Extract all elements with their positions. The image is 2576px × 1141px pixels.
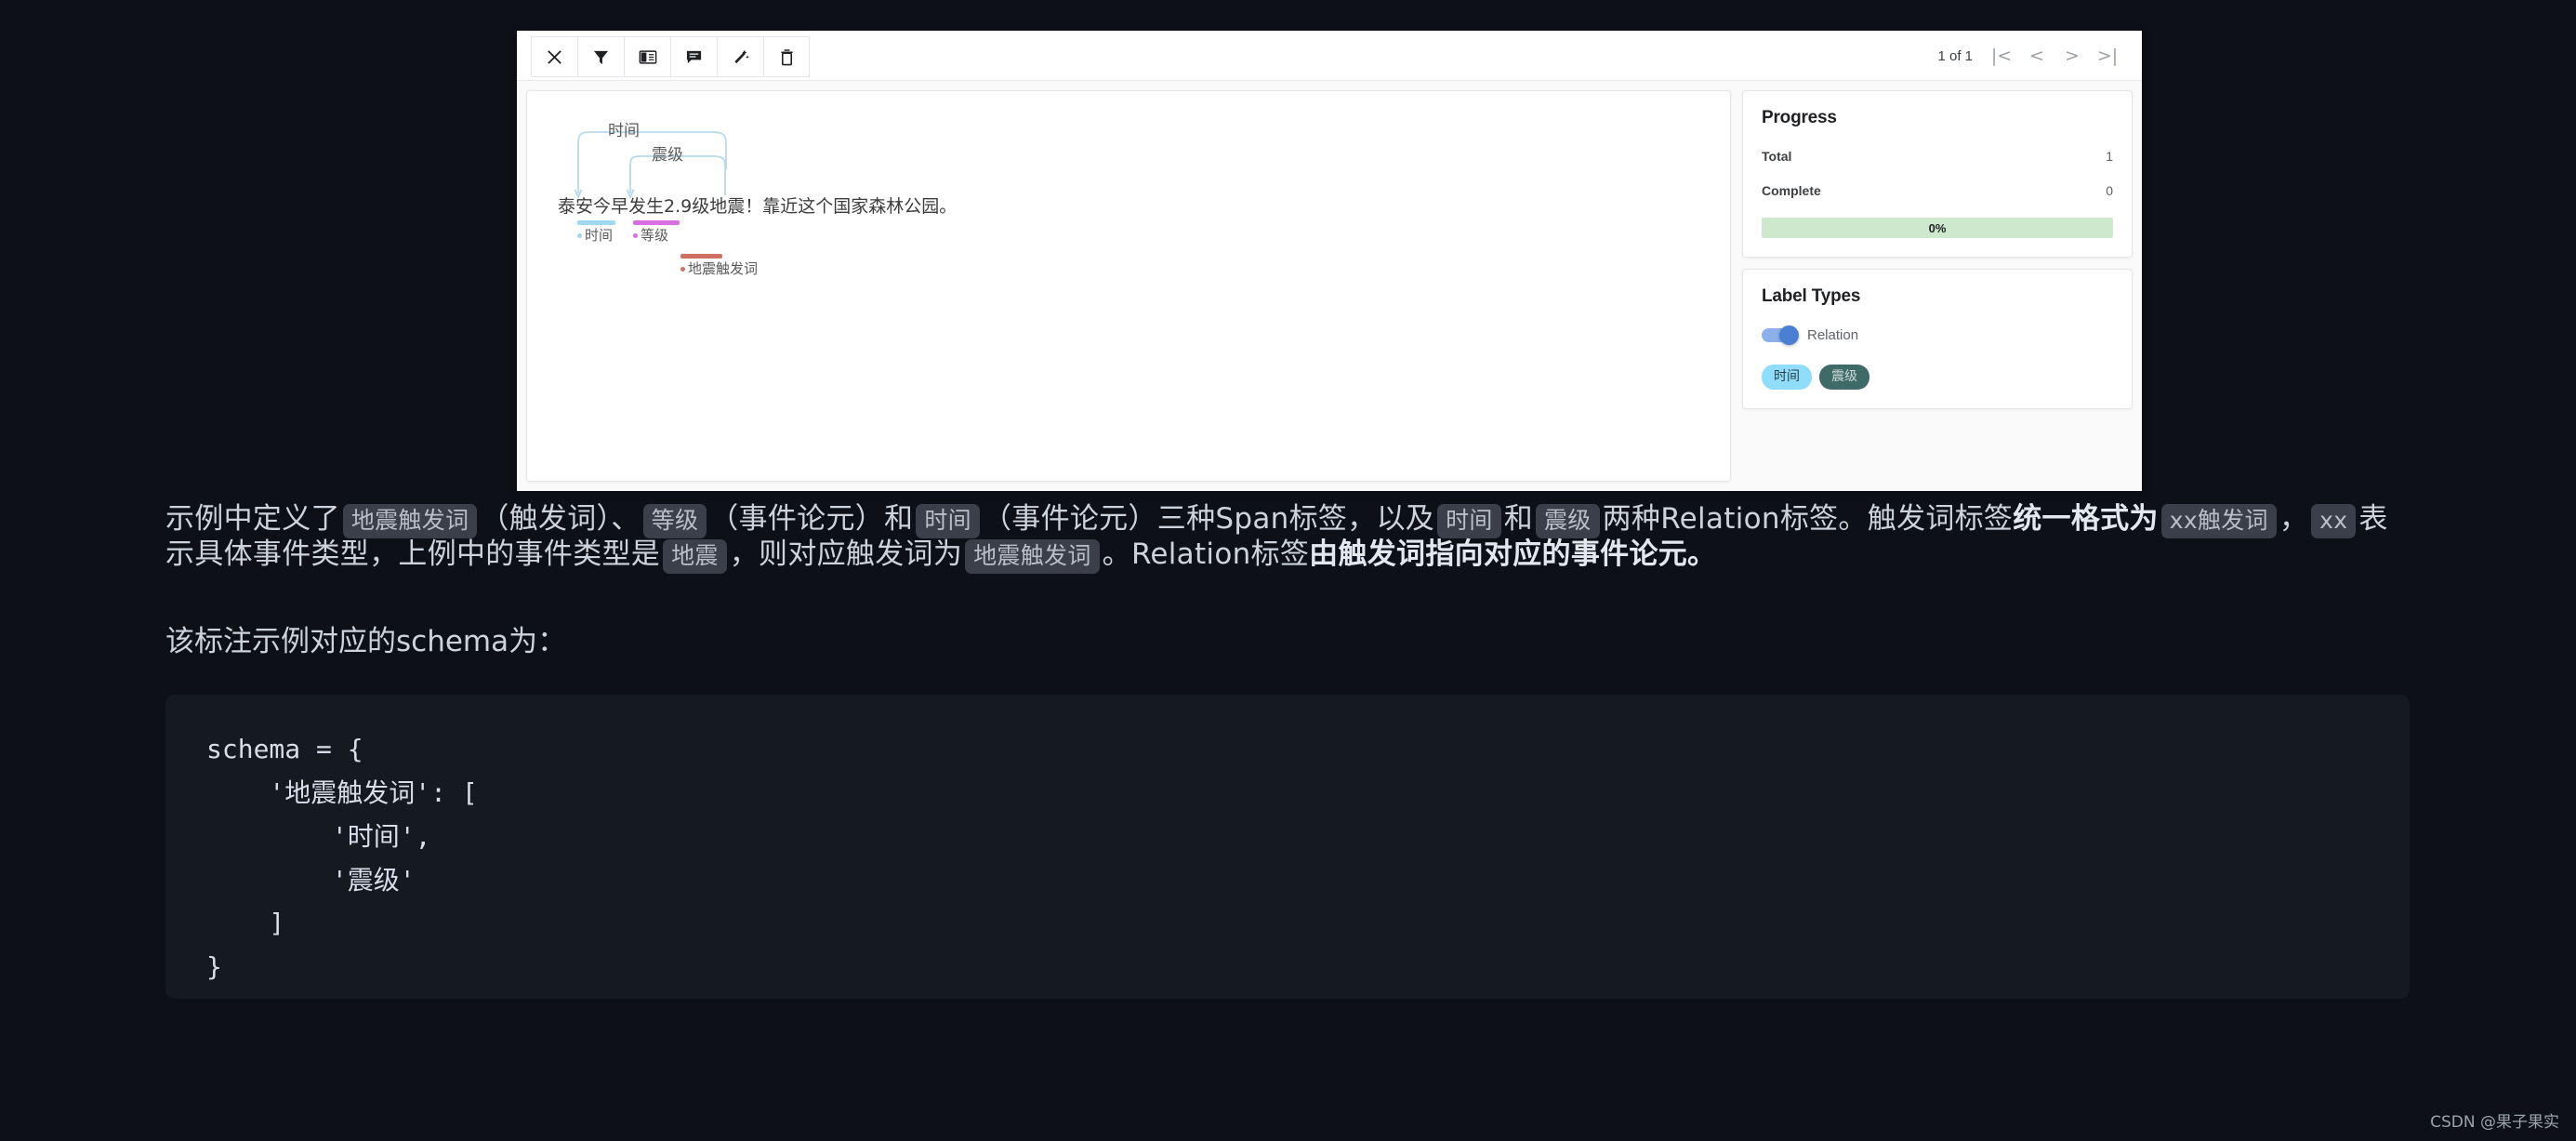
- side-panel: Progress Total 1 Complete 0 0% Label Typ…: [1742, 90, 2133, 482]
- relation-toggle-label: Relation: [1807, 327, 1859, 343]
- relation-label-time: 时间: [608, 122, 640, 140]
- magic-wand-button[interactable]: [717, 36, 763, 77]
- span-label-time: 时间: [585, 227, 614, 244]
- watermark: CSDN @果子果实: [2430, 1113, 2559, 1132]
- last-page-button[interactable]: >|: [2090, 44, 2125, 68]
- code-chip-earthquake: 地震: [663, 538, 727, 574]
- span-dot-level: [633, 233, 638, 238]
- code-chip-level: 等级: [642, 504, 707, 538]
- span-dot-trigger: [680, 267, 685, 272]
- p1-text-7: ，: [2279, 502, 2309, 536]
- code-chip-trigger-1: 地震触发词: [342, 504, 478, 538]
- comment-icon: [685, 48, 703, 66]
- close-button[interactable]: [531, 36, 577, 77]
- progress-total-label: Total: [1762, 149, 1792, 164]
- progress-total-value: 1: [2106, 149, 2113, 164]
- first-page-button[interactable]: |<: [1984, 44, 2019, 68]
- app-body: 时间 震级 泰安今早发生2.9级地震！靠近这个国家森林公园。 时间 等级 地震触…: [517, 81, 2142, 491]
- span-underline-time: [577, 220, 615, 225]
- layout-panel-icon: [639, 48, 657, 66]
- layout-panel-button[interactable]: [624, 36, 670, 77]
- label-chip-time[interactable]: 时间: [1762, 365, 1812, 391]
- page-count-label: 1 of 1: [1937, 47, 1973, 64]
- code-chip-xx: xx: [2311, 504, 2357, 538]
- schema-code: schema = { '地震触发词': [ '时间', '震级' ] }: [206, 734, 478, 983]
- progress-complete-label: Complete: [1762, 183, 1821, 198]
- paragraph-1: 示例中定义了 地震触发词 （触发词）、 等级 （事件论元）和 时间 （事件论元）三种Span…: [165, 502, 2411, 574]
- progress-title: Progress: [1762, 108, 1837, 127]
- p1-text-2: （触发词）、: [480, 502, 641, 536]
- progress-total-row: Total 1: [1762, 149, 2113, 164]
- annotated-sentence: 泰安今早发生2.9级地震！靠近这个国家森林公园。: [558, 196, 958, 217]
- code-chip-xx-trigger: xx触发词: [2160, 504, 2277, 538]
- p1-text-1: 示例中定义了: [165, 502, 340, 536]
- span-label-level: 等级: [641, 227, 669, 244]
- code-chip-time-1: 时间: [916, 504, 980, 538]
- label-chip-row: 时间 震级: [1762, 365, 2113, 391]
- next-page-button[interactable]: >: [2054, 44, 2090, 68]
- pagination: 1 of 1 |< < > >|: [1937, 44, 2125, 68]
- code-chip-magnitude: 震级: [1536, 504, 1600, 538]
- span-label-trigger: 地震触发词: [688, 260, 759, 277]
- text-annotation-canvas[interactable]: 时间 震级 泰安今早发生2.9级地震！靠近这个国家森林公园。 时间 等级 地震触…: [526, 90, 1731, 482]
- p1-bold-1: 统一格式为: [2013, 502, 2159, 536]
- p1-text-3: （事件论元）和: [709, 502, 914, 536]
- p1-text-10: 。Relation标签: [1102, 537, 1310, 571]
- toggle-knob: [1779, 325, 1799, 345]
- schema-code-block: schema = { '地震触发词': [ '时间', '震级' ] }: [165, 695, 2410, 999]
- p1-text-6: 两种Relation标签。触发词标签: [1602, 502, 2014, 536]
- label-chip-magnitude[interactable]: 震级: [1819, 365, 1869, 391]
- code-chip-trigger-2: 地震触发词: [965, 538, 1100, 574]
- relation-label-magnitude: 震级: [652, 146, 683, 165]
- label-types-card: Label Types Relation 时间 震级: [1742, 269, 2133, 410]
- span-underline-trigger: [680, 254, 722, 259]
- progress-bar: 0%: [1762, 218, 2113, 238]
- magic-wand-icon: [732, 48, 750, 66]
- filter-icon: [592, 48, 610, 66]
- p1-text-4: （事件论元）三种Span标签，以及: [982, 502, 1435, 536]
- toolbar: [531, 36, 810, 77]
- progress-percent-label: 0%: [1928, 220, 1947, 235]
- close-icon: [546, 48, 563, 66]
- span-underline-level: [633, 220, 680, 225]
- filter-button[interactable]: [577, 36, 624, 77]
- page-root: 1 of 1 |< < > >| 时间 震级 泰安今早发生2.9级地震！靠近这个…: [0, 0, 2576, 1141]
- comment-button[interactable]: [670, 36, 717, 77]
- label-types-title: Label Types: [1762, 286, 1861, 306]
- prev-page-button[interactable]: <: [2019, 44, 2054, 68]
- p1-text-5: 和: [1503, 502, 1533, 536]
- progress-complete-row: Complete 0: [1762, 183, 2113, 198]
- app-toolbar-bar: 1 of 1 |< < > >|: [517, 31, 2142, 81]
- annotation-group: 时间 震级 泰安今早发生2.9级地震！靠近这个国家森林公园。 时间 等级 地震触…: [544, 112, 1139, 298]
- p1-bold-2: 由触发词指向对应的事件论元。: [1309, 537, 1717, 571]
- progress-card: Progress Total 1 Complete 0 0%: [1742, 90, 2133, 258]
- delete-button[interactable]: [763, 36, 810, 77]
- progress-complete-value: 0: [2106, 183, 2113, 198]
- p1-text-9: ，则对应触发词为: [729, 537, 963, 571]
- code-chip-time-2: 时间: [1437, 504, 1501, 538]
- relation-toggle-row[interactable]: Relation: [1762, 325, 2113, 345]
- annotation-app-window: 1 of 1 |< < > >| 时间 震级 泰安今早发生2.9级地震！靠近这个…: [517, 31, 2142, 491]
- paragraph-2: 该标注示例对应的schema为：: [165, 624, 567, 658]
- trash-icon: [779, 48, 795, 66]
- span-dot-time: [577, 233, 582, 238]
- article-body: 示例中定义了 地震触发词 （触发词）、 等级 （事件论元）和 时间 （事件论元）三种Span…: [0, 502, 2576, 999]
- relation-toggle[interactable]: [1762, 325, 1799, 345]
